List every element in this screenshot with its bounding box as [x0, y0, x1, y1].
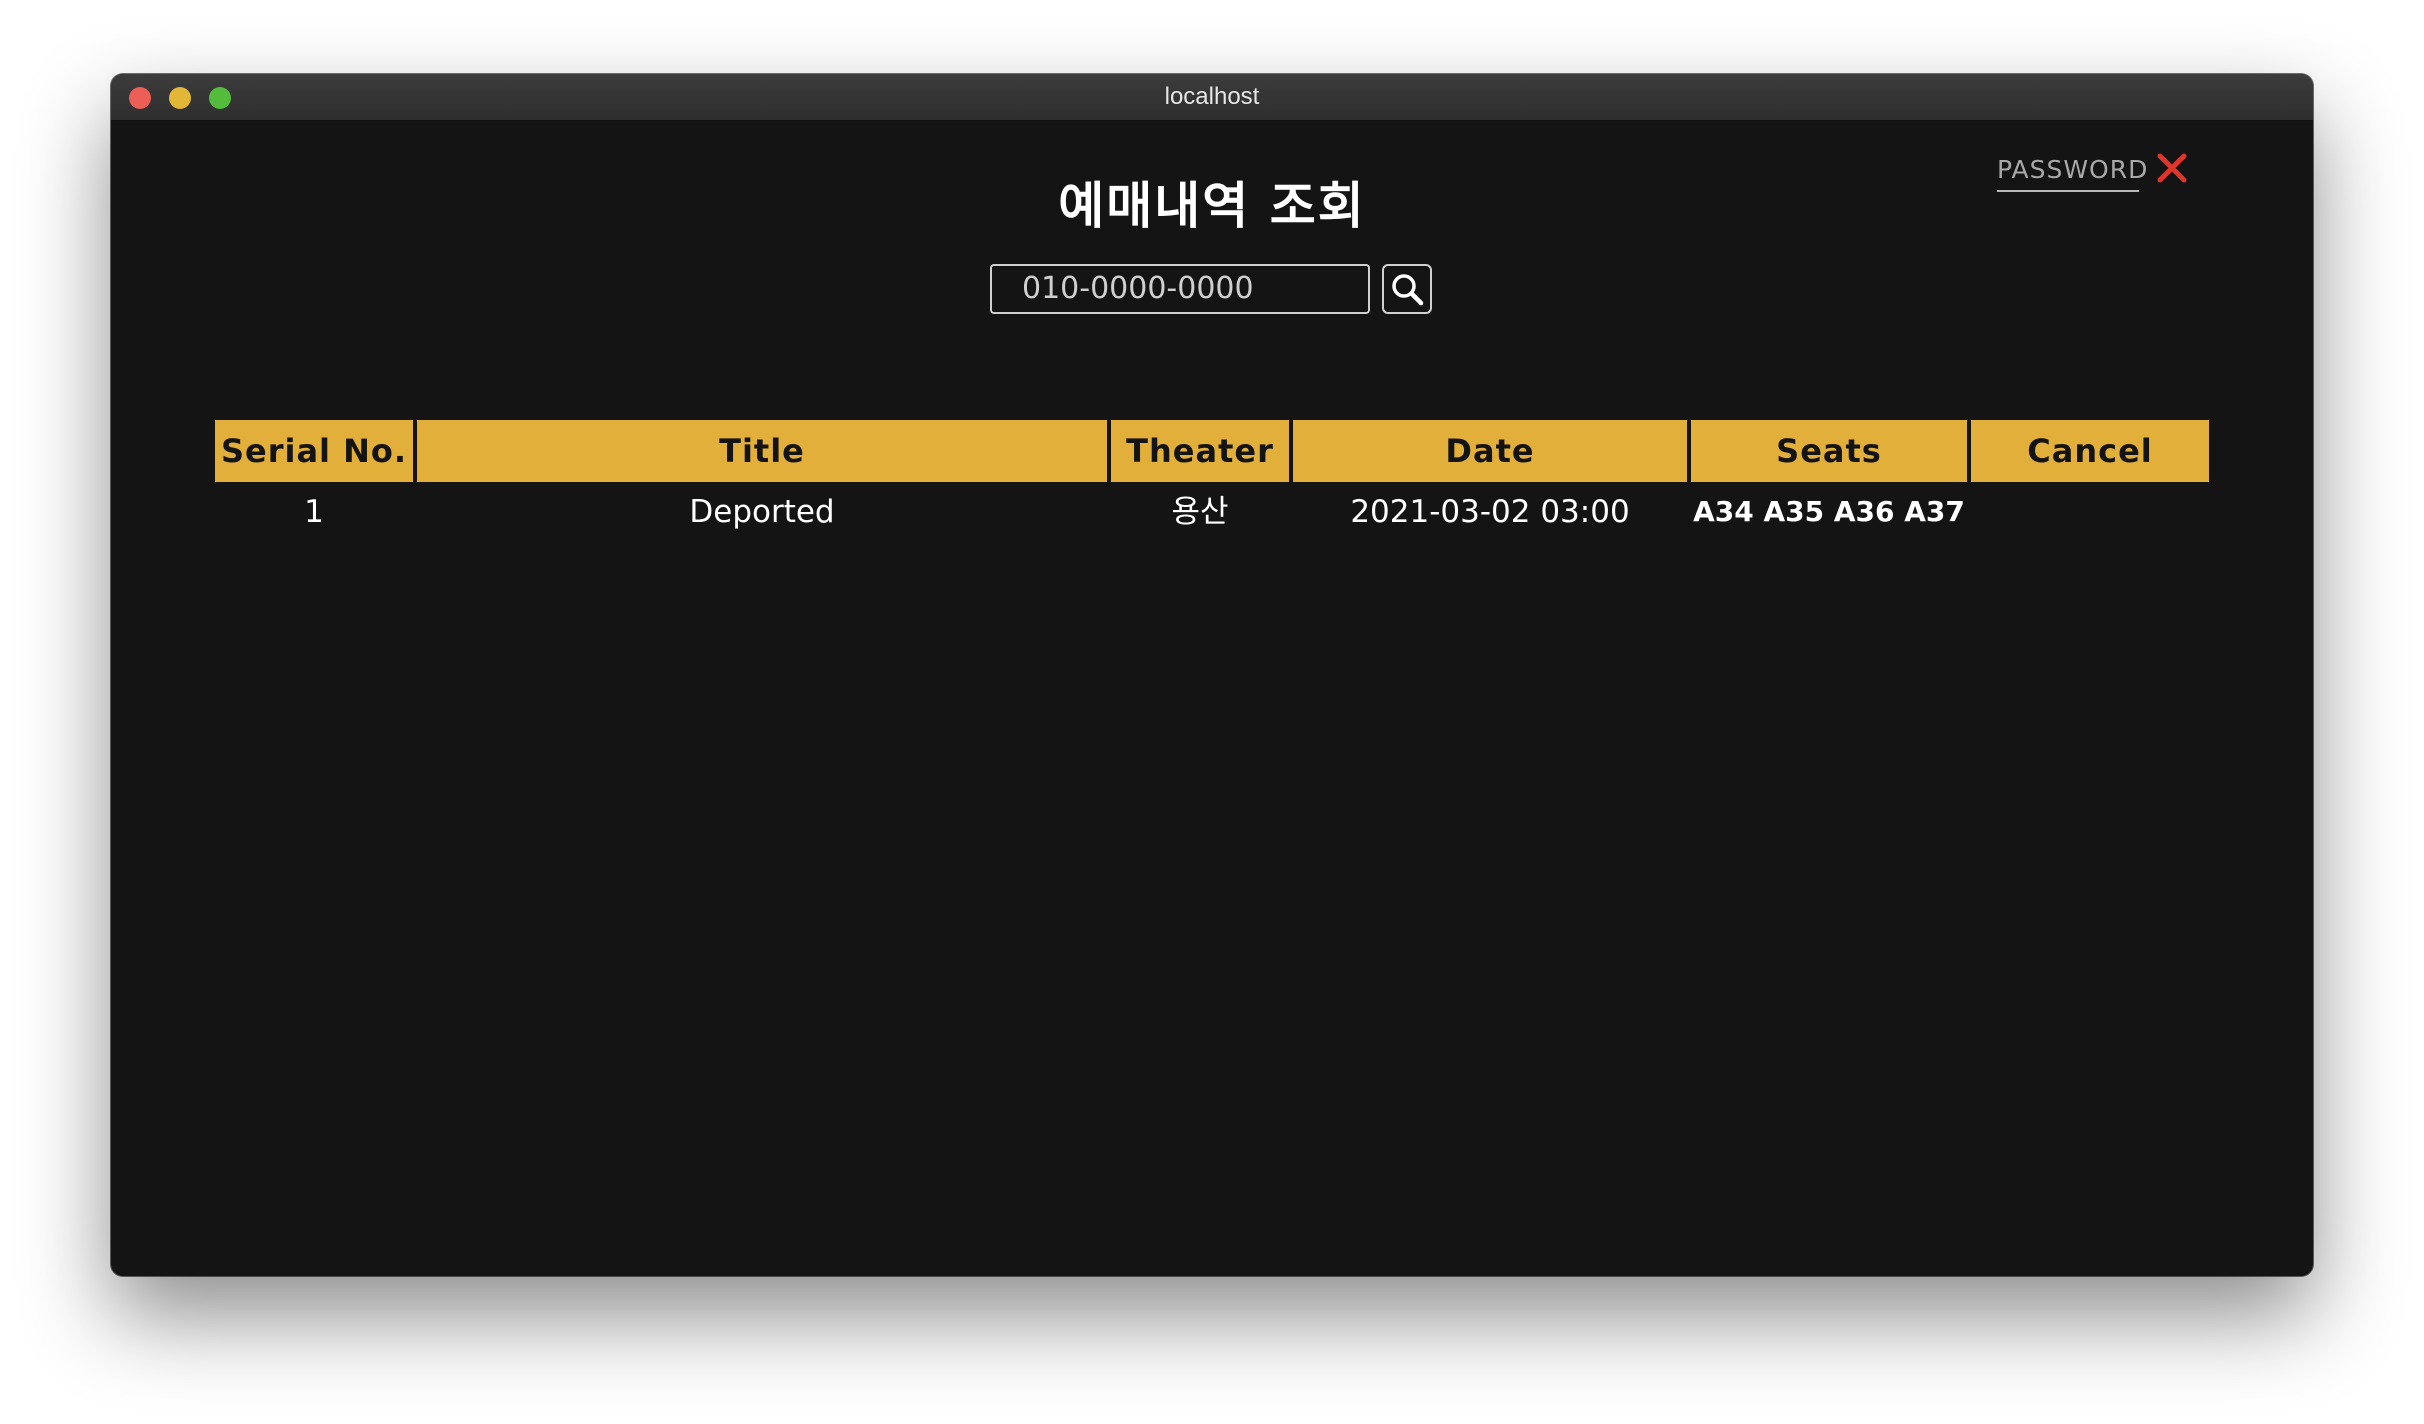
column-header-title: Title [417, 420, 1107, 482]
table-header: Serial No. Title Theater Date Seats Canc… [215, 420, 2209, 482]
column-header-theater: Theater [1111, 420, 1289, 482]
cell-date: 2021-03-02 03:00 [1350, 494, 1630, 530]
phone-search-input[interactable]: 010-0000-0000 [990, 264, 1370, 314]
browser-window: localhost 예매내역 조회 010-0000-0000 Serial N… [111, 74, 2313, 1276]
cell-seats: A34 A35 A36 A37 [1693, 495, 1965, 528]
column-header-serial: Serial No. [215, 420, 413, 482]
window-title: localhost [1164, 83, 1260, 110]
page-title: 예매내역 조회 [1058, 177, 1366, 235]
search-icon [1392, 274, 1424, 306]
cancel-reservation-button[interactable] [2155, 151, 2189, 185]
cell-theater: 용산 [1171, 494, 1229, 530]
close-icon [2157, 153, 2187, 183]
cell-title: Deported [689, 494, 835, 530]
column-header-cancel: Cancel [1971, 420, 2209, 482]
search-button[interactable] [1382, 264, 1432, 314]
cancel-password-input[interactable]: PASSWORD [1997, 148, 2147, 192]
column-header-date: Date [1293, 420, 1687, 482]
table-row: 1 Deported 용산 2021-03-02 03:00 A34 A35 A… [215, 482, 2209, 542]
column-header-seats: Seats [1691, 420, 1967, 482]
title-bar: localhost [111, 74, 2313, 121]
cell-serial: 1 [304, 494, 324, 530]
